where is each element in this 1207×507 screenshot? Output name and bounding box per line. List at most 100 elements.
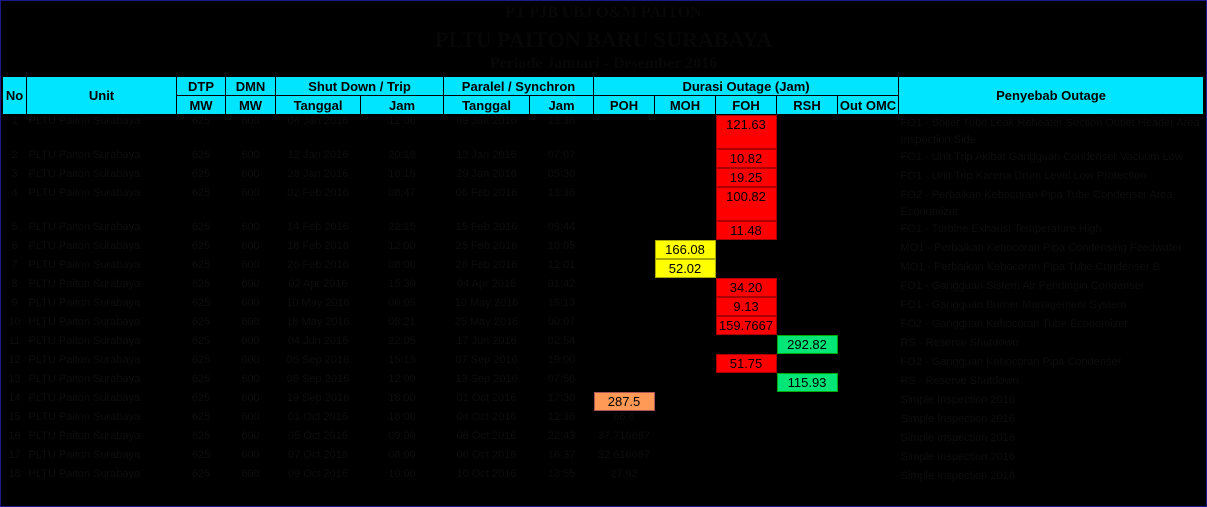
cell-pa-date: 17 Jun 2016 — [456, 335, 517, 347]
cell-cause: FO2 - Gangguan Kebocoran Tube Economizer — [900, 318, 1129, 330]
cell-dtp: 625 — [191, 430, 211, 442]
cell-sd-date: 18 Feb 2016 — [287, 240, 349, 252]
cell-moh-value: 166.08 — [654, 240, 716, 259]
cell-rsh — [777, 316, 838, 335]
cell-dmn: 600 — [241, 430, 260, 442]
table-row: 4 PLTU Paiton Surabaya 625 600 02 Feb 2016 08… — [3, 187, 1204, 221]
cell-omc — [838, 259, 899, 278]
cell-no: 12 — [8, 354, 21, 366]
cell-omc — [838, 468, 899, 487]
cell-rsh — [777, 354, 838, 373]
cell-dtp: 625 — [191, 297, 211, 309]
cell-rsh — [777, 278, 838, 297]
cell-sd-time: 08:00 — [388, 259, 416, 271]
header-rsh: RSH — [776, 95, 839, 115]
cell-dmn: 600 — [241, 373, 260, 385]
cell-moh — [655, 115, 716, 150]
report-company: PT PJB UBJ O&M PAITON — [505, 4, 702, 21]
cell-poh — [594, 221, 655, 240]
cell-foh-value: 121.63 — [715, 115, 777, 149]
table-row: 10 PLTU Paiton Surabaya 625 600 18 May 2016 0… — [3, 316, 1204, 335]
cell-pa-time: 09:44 — [547, 221, 576, 233]
cell-foh — [716, 259, 777, 278]
cell-dtp: 625 — [191, 240, 211, 252]
cell-cause: RS - Reserve Shutdown — [900, 375, 1019, 387]
cell-sd-time: 10:00 — [388, 468, 416, 480]
cell-cause: FO1 - Gangguan Sistem Air Pendingin Cond… — [900, 280, 1145, 292]
cell-omc — [838, 354, 899, 373]
header-omc: Out OMC — [837, 95, 900, 115]
cell-dmn: 600 — [241, 259, 260, 271]
cell-unit: PLTU Paiton Surabaya — [28, 297, 141, 309]
cell-moh — [655, 411, 716, 430]
cell-moh — [655, 149, 716, 168]
cell-sd-time: 09:00 — [388, 430, 416, 442]
table-row: 9 PLTU Paiton Surabaya 625 600 10 May 2016 06… — [3, 297, 1204, 316]
cell-poh: 66.6 — [613, 411, 635, 423]
cell-cause: Simple Inspection 2016 — [900, 413, 1015, 425]
cell-omc — [838, 373, 899, 392]
table-row: 7 PLTU Paiton Surabaya 625 600 26 Feb 2016 08… — [3, 259, 1204, 278]
cell-moh — [655, 221, 716, 240]
cell-poh — [594, 278, 655, 297]
cell-no: 6 — [11, 240, 18, 252]
table-row: 6 PLTU Paiton Surabaya 625 600 18 Feb 2016 12… — [3, 240, 1204, 259]
cell-pa-date: 10 Oct 2016 — [456, 468, 517, 480]
cell-dtp: 625 — [191, 149, 211, 161]
cell-foh-value: 100.82 — [715, 187, 777, 221]
cell-dtp: 625 — [191, 468, 211, 480]
cell-no: 5 — [11, 221, 18, 233]
cell-unit: PLTU Paiton Surabaya — [28, 392, 141, 404]
table-row: 18 PLTU Paiton Surabaya 625 600 09 Oct 2016 1… — [3, 468, 1204, 487]
cell-moh — [655, 449, 716, 468]
cell-sd-time: 18:00 — [388, 392, 416, 404]
header-sd-tanggal: Tanggal — [275, 95, 361, 115]
cell-unit: PLTU Paiton Surabaya — [28, 149, 141, 161]
header-dmn: DMN — [225, 76, 276, 96]
cell-omc — [838, 115, 899, 150]
cell-dtp: 625 — [191, 316, 211, 328]
cell-moh — [655, 187, 716, 221]
cell-sd-date: 01 Oct 2016 — [288, 411, 348, 423]
cell-no: 7 — [11, 259, 18, 271]
cell-cause: FO1 - Gangguan Burner Management System — [900, 299, 1127, 311]
table-row: 8 PLTU Paiton Surabaya 625 600 02 Apr 2016 15… — [3, 278, 1204, 297]
cell-pa-date: 07 Sep 2016 — [455, 354, 518, 366]
cell-sd-date: 05 Oct 2016 — [288, 430, 348, 442]
cell-dtp: 625 — [191, 335, 211, 347]
cell-pa-time: 13:55 — [547, 468, 576, 480]
cell-foh-value: 34.20 — [715, 278, 777, 297]
cell-poh — [594, 316, 655, 335]
cell-pa-date: 04 Oct 2016 — [456, 411, 517, 423]
cell-sd-time: 22:05 — [388, 335, 416, 347]
cell-omc — [838, 278, 899, 297]
cell-cause: FO1 - Turbine Exhaust Temperature High — [900, 223, 1102, 235]
cell-pa-date: 01 Oct 2016 — [456, 392, 517, 404]
cell-poh — [594, 240, 655, 259]
cell-omc — [838, 187, 899, 221]
header-dtp-unit: MW — [176, 95, 226, 115]
cell-unit: PLTU Paiton Surabaya — [28, 278, 141, 290]
cell-rsh-value: 115.93 — [776, 373, 838, 392]
cell-cause: RS - Reserve Shutdown — [900, 337, 1019, 349]
cell-unit: PLTU Paiton Surabaya — [28, 411, 141, 423]
cell-poh — [594, 297, 655, 316]
cell-no: 11 — [8, 335, 21, 347]
cell-pa-time: 22:43 — [547, 430, 576, 442]
cell-unit: PLTU Paiton Surabaya — [28, 354, 141, 366]
cell-rsh: 115.93 — [776, 373, 838, 392]
cell-poh — [594, 115, 655, 150]
cell-sd-time: 15:15 — [388, 354, 416, 366]
header-poh: POH — [593, 95, 656, 115]
outage-table: No Unit DTP DMN Shut Down / Trip Paralel… — [2, 76, 1205, 487]
cell-sd-date: 09 Oct 2016 — [288, 468, 348, 480]
cell-poh-value: 287.5 — [593, 392, 655, 411]
cell-pa-time: 13:36 — [547, 187, 576, 199]
table-row: 15 PLTU Paiton Surabaya 625 600 01 Oct 2016 1… — [3, 411, 1204, 430]
header-durasi: Durasi Outage (Jam) — [593, 76, 900, 96]
cell-foh — [716, 468, 777, 487]
cell-rsh — [777, 449, 838, 468]
cell-foh-value: 11.48 — [715, 221, 777, 240]
cell-moh — [655, 373, 716, 392]
cell-moh: 166.08 — [654, 240, 716, 259]
